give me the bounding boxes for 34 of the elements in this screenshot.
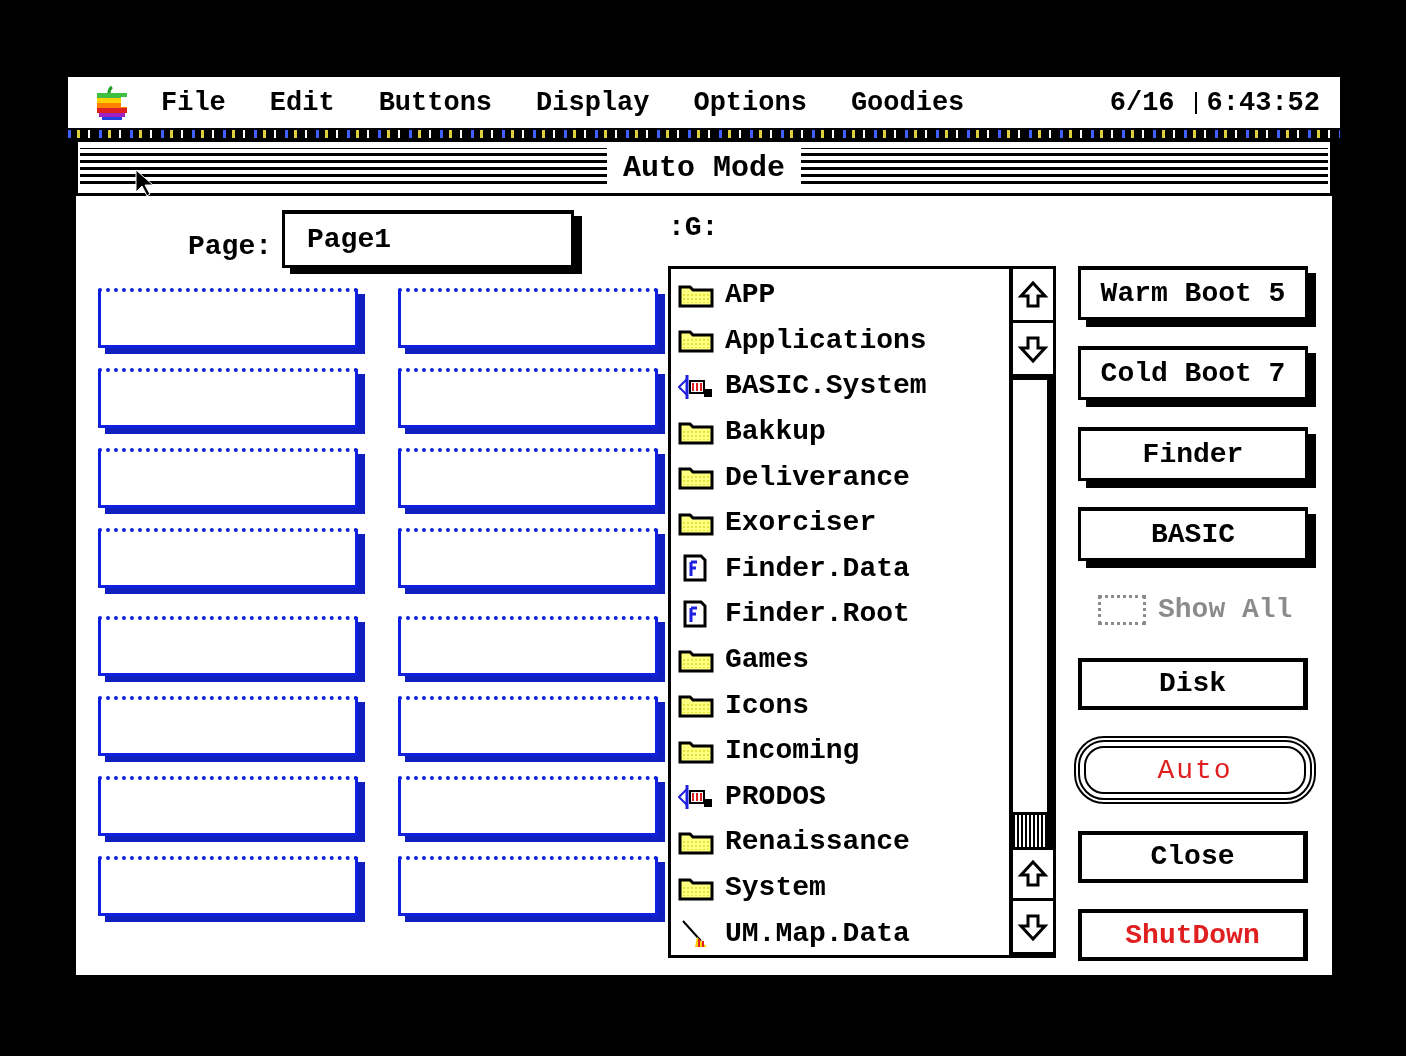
button[interactable]: ShutDown — [1078, 909, 1308, 961]
file-name[interactable]: Bakkup — [725, 416, 826, 448]
up-arrow-icon[interactable] — [1017, 279, 1049, 310]
button[interactable]: Disk — [1078, 657, 1308, 710]
page-label: Page: — [188, 230, 272, 262]
menu-item[interactable]: Buttons — [378, 87, 493, 118]
path-text: :G: — [668, 211, 719, 245]
file-name[interactable]: PRODOS — [725, 780, 826, 812]
file-name[interactable]: Incoming — [725, 735, 860, 767]
scroll-thumb[interactable] — [1013, 812, 1047, 847]
file-name[interactable]: Finder.Root — [725, 598, 910, 630]
file-name[interactable]: Finder.Data — [725, 552, 910, 584]
scroll-bar[interactable] — [1009, 269, 1053, 955]
menu-item[interactable]: Options — [693, 87, 807, 118]
file-name[interactable]: Exorciser — [725, 507, 877, 539]
file-name[interactable]: Icons — [725, 689, 809, 721]
file-name[interactable]: System — [725, 872, 826, 903]
file-name[interactable]: Deliverance — [725, 461, 910, 493]
file-name[interactable]: BASIC.System — [725, 370, 927, 402]
file-name[interactable]: Applications — [725, 324, 927, 356]
date-text: 6/16 — [1109, 87, 1175, 118]
clock-text: 6:43:52 — [1206, 87, 1320, 118]
file-name[interactable]: UM.Map.Data — [725, 917, 910, 949]
file-name[interactable]: Games — [725, 644, 809, 676]
up-arrow-icon[interactable] — [1017, 859, 1049, 889]
menu-item[interactable]: Goodies — [850, 87, 965, 118]
file-name[interactable]: Renaissance — [725, 826, 910, 858]
menu-item[interactable]: Display — [536, 87, 650, 118]
apple-menu-icon[interactable] — [95, 84, 129, 121]
file-name[interactable]: APP — [725, 279, 776, 311]
page-field[interactable]: Page1 — [282, 210, 574, 268]
menu-item[interactable]: File — [161, 87, 226, 118]
menu-item[interactable]: Edit — [269, 87, 335, 118]
button[interactable]: Close — [1078, 830, 1308, 883]
